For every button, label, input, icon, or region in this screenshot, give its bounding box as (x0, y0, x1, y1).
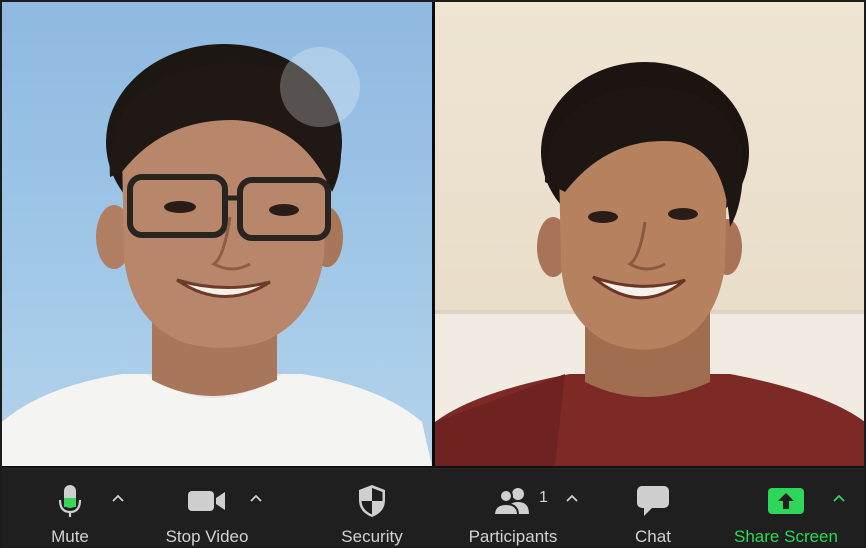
participants-button[interactable]: Participants (457, 469, 569, 547)
security-button[interactable]: Security (332, 469, 412, 547)
share-options-caret[interactable] (831, 491, 847, 505)
stop-video-button[interactable]: Stop Video (152, 469, 262, 547)
video-camera-icon (187, 481, 227, 521)
chat-label: Chat (635, 527, 671, 546)
gallery-view (2, 2, 864, 466)
shield-icon (357, 481, 387, 521)
participants-icon (493, 481, 533, 521)
stop-video-label: Stop Video (165, 527, 249, 546)
share-screen-button[interactable]: Share Screen (724, 469, 848, 547)
meeting-controls-toolbar: Mute Stop Video Security Participants 1 … (2, 468, 864, 547)
mute-button[interactable]: Mute (40, 469, 100, 547)
video-options-caret[interactable] (248, 491, 264, 505)
participants-options-caret[interactable] (564, 491, 580, 505)
video-tile-participant-2[interactable] (434, 2, 864, 466)
participants-label: Participants (468, 527, 558, 546)
video-tile-participant-1[interactable] (2, 2, 432, 466)
participant-2-video-frame (434, 62, 864, 466)
share-screen-icon (767, 481, 805, 521)
share-screen-label: Share Screen (734, 527, 838, 546)
chevron-up-icon (250, 494, 262, 502)
audio-options-caret[interactable] (110, 491, 126, 505)
security-label: Security (341, 527, 403, 546)
mute-label: Mute (51, 527, 89, 546)
zoom-meeting-window: Mute Stop Video Security Participants 1 … (0, 0, 866, 548)
microphone-icon (57, 481, 83, 521)
chat-button[interactable]: Chat (622, 469, 684, 547)
chevron-up-icon (566, 494, 578, 502)
participant-1-video-frame (2, 44, 432, 466)
chevron-up-icon (112, 494, 124, 502)
chevron-up-icon (833, 494, 845, 502)
participant-count: 1 (539, 489, 548, 506)
chat-bubble-icon (636, 481, 670, 521)
